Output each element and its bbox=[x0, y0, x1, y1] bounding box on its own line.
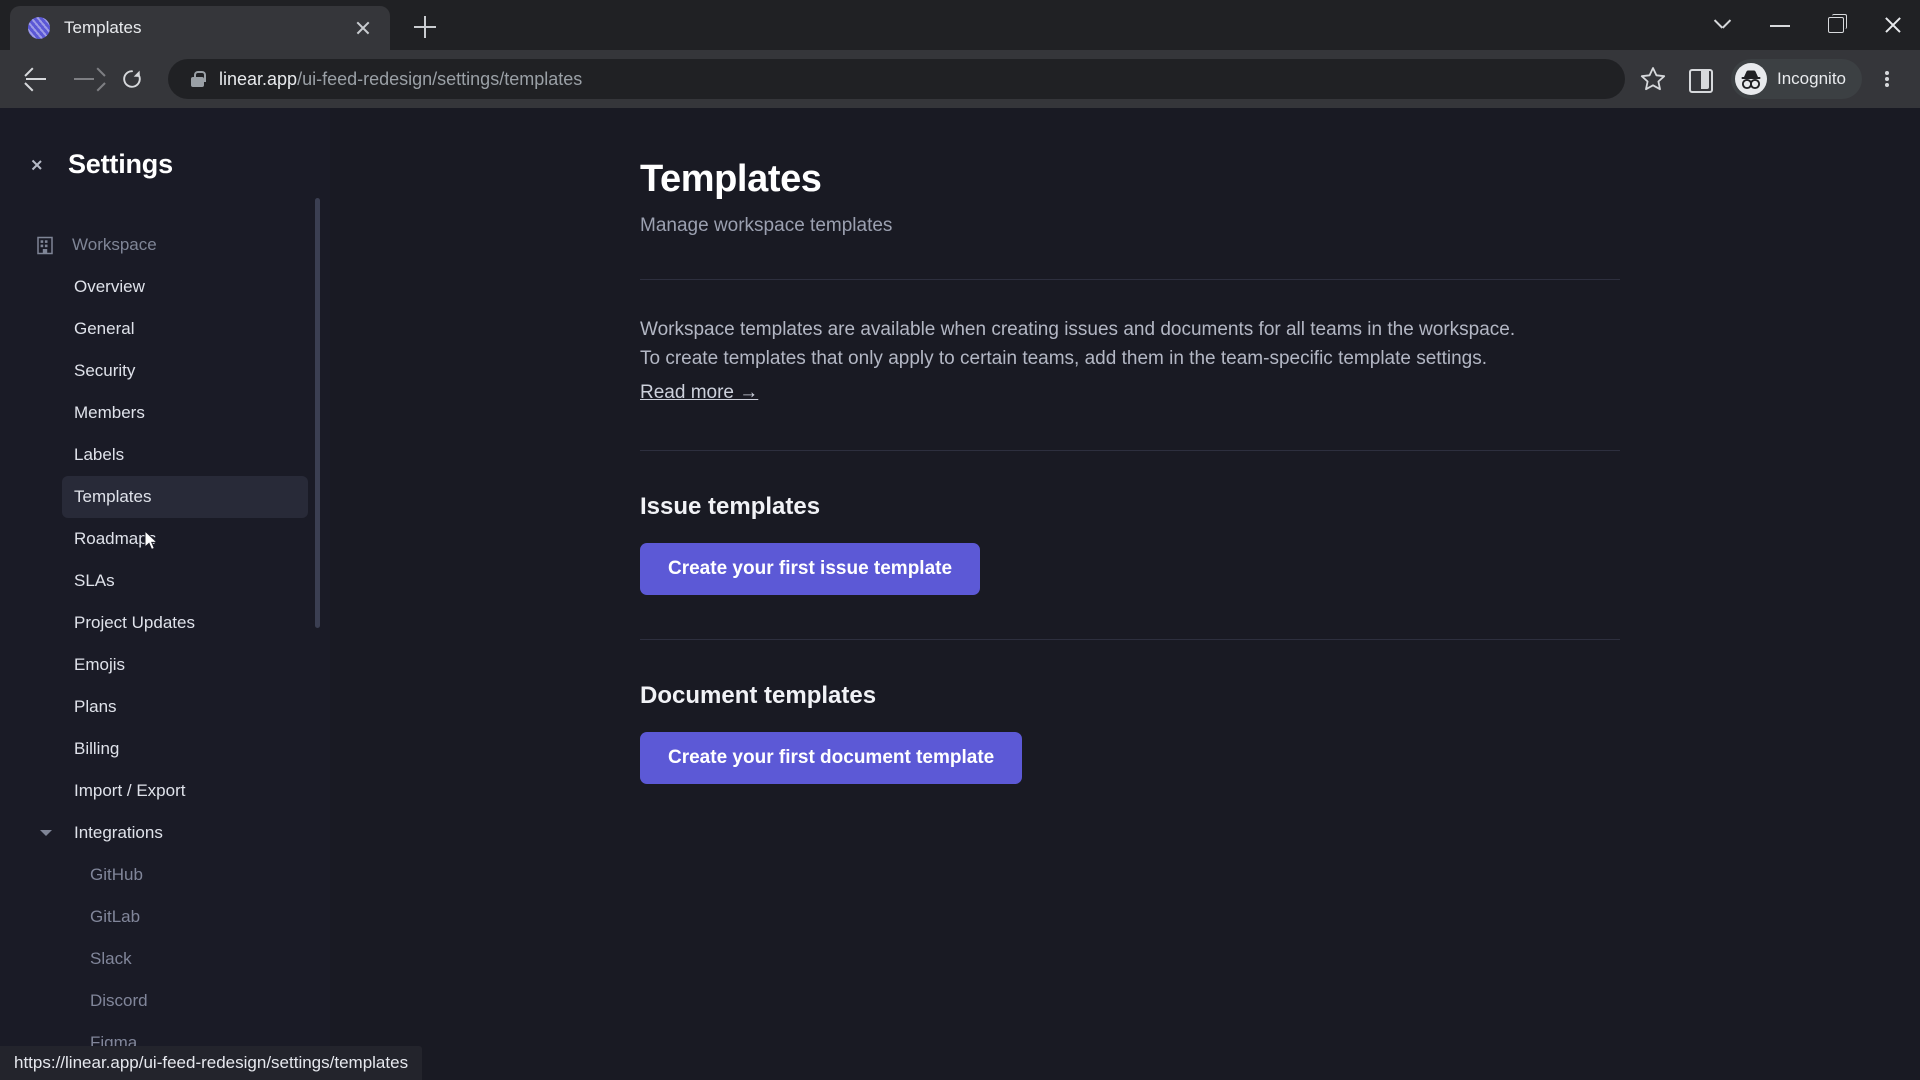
address-bar[interactable]: linear.app/ui-feed-redesign/settings/tem… bbox=[168, 59, 1625, 99]
sidebar-item-slack[interactable]: Slack bbox=[78, 938, 308, 980]
maximize-icon[interactable] bbox=[1808, 0, 1864, 50]
sidebar-scrollbar[interactable] bbox=[315, 198, 320, 628]
sidebar-item-label: Templates bbox=[74, 487, 152, 506]
divider bbox=[640, 639, 1620, 640]
kebab-menu-icon[interactable] bbox=[1866, 57, 1906, 101]
sidebar-item-label: Project Updates bbox=[74, 613, 195, 632]
sidebar-item-security[interactable]: Security bbox=[62, 350, 308, 392]
url-path: /ui-feed-redesign/settings/templates bbox=[297, 68, 583, 89]
issue-templates-heading: Issue templates bbox=[640, 493, 821, 520]
tab-strip: Templates bbox=[0, 0, 1920, 50]
sidebar-item-label: GitHub bbox=[90, 865, 143, 884]
sidebar-item-label: Overview bbox=[74, 277, 145, 296]
url-text: linear.app/ui-feed-redesign/settings/tem… bbox=[219, 69, 582, 90]
sidebar-item-label: General bbox=[74, 319, 135, 338]
sidebar-item-plans[interactable]: Plans bbox=[62, 686, 308, 728]
status-bar: https://linear.app/ui-feed-redesign/sett… bbox=[0, 1046, 423, 1080]
create-issue-template-button[interactable]: Create your first issue template bbox=[640, 543, 981, 595]
sidebar-item-label: Security bbox=[74, 361, 136, 380]
create-document-template-button[interactable]: Create your first document template bbox=[640, 732, 1023, 784]
sidebar-item-billing[interactable]: Billing bbox=[62, 728, 308, 770]
main-subtitle: Manage workspace templates bbox=[640, 215, 893, 236]
sidebar-item-label: Emojis bbox=[74, 655, 126, 674]
sidebar-item-slas[interactable]: SLAs bbox=[62, 560, 308, 602]
sidebar-item-members[interactable]: Members bbox=[62, 392, 308, 434]
sidebar-group-label: Workspace bbox=[72, 235, 157, 254]
new-tab-button[interactable] bbox=[404, 6, 446, 48]
sidebar-item-templates[interactable]: Templates bbox=[62, 476, 308, 518]
chevron-left-icon[interactable] bbox=[34, 153, 56, 175]
sidebar-item-labels[interactable]: Labels bbox=[62, 434, 308, 476]
star-icon[interactable] bbox=[1633, 59, 1673, 99]
close-icon[interactable] bbox=[1864, 0, 1920, 50]
sidebar-item-label: Plans bbox=[74, 697, 117, 716]
incognito-avatar-icon bbox=[1735, 63, 1767, 95]
sidebar-item-label: SLAs bbox=[74, 571, 115, 590]
main-content: Templates Manage workspace templates Wor… bbox=[330, 108, 1920, 1080]
caret-down-icon[interactable] bbox=[40, 830, 52, 836]
sidebar-item-label: GitLab bbox=[90, 907, 141, 926]
lock-icon bbox=[190, 70, 206, 88]
sidebar-item-label: Import / Export bbox=[74, 781, 186, 800]
sidebar-item-label: Integrations bbox=[74, 823, 163, 842]
sidebar-item-general[interactable]: General bbox=[62, 308, 308, 350]
profile-chip[interactable]: Incognito bbox=[1731, 59, 1862, 99]
divider bbox=[640, 450, 1620, 451]
back-arrow-icon[interactable] bbox=[14, 57, 58, 101]
forward-arrow-icon[interactable] bbox=[62, 57, 106, 101]
page-title: Settings bbox=[68, 148, 173, 179]
side-panel-icon[interactable] bbox=[1677, 57, 1721, 101]
linear-logo-icon bbox=[28, 17, 50, 39]
settings-sidebar: Settings Workspace Overview General Secu… bbox=[0, 108, 330, 1080]
sidebar-item-discord[interactable]: Discord bbox=[78, 980, 308, 1022]
sidebar-item-label: Members bbox=[74, 403, 145, 422]
browser-window: Templates linear.app/ui-feed-redesign/se… bbox=[0, 0, 1920, 1080]
sidebar-item-integrations[interactable]: Integrations bbox=[40, 812, 308, 854]
sidebar-item-import-export[interactable]: Import / Export bbox=[62, 770, 308, 812]
sidebar-item-gitlab[interactable]: GitLab bbox=[78, 896, 308, 938]
page-viewport: Settings Workspace Overview General Secu… bbox=[0, 108, 1920, 1080]
description-line-1: Workspace templates are available when c… bbox=[640, 319, 1516, 340]
url-host: linear.app bbox=[219, 68, 298, 89]
sidebar-item-github[interactable]: GitHub bbox=[78, 854, 308, 896]
browser-toolbar: linear.app/ui-feed-redesign/settings/tem… bbox=[0, 50, 1920, 108]
description-paragraph: Workspace templates are available when c… bbox=[640, 316, 1620, 373]
main-title: Templates bbox=[640, 158, 822, 200]
sidebar-item-overview[interactable]: Overview bbox=[62, 266, 308, 308]
divider bbox=[640, 279, 1620, 280]
sidebar-item-label: Discord bbox=[90, 991, 148, 1010]
window-controls bbox=[1696, 0, 1920, 50]
read-more-link[interactable]: Read more → bbox=[640, 382, 758, 404]
settings-header: Settings bbox=[0, 136, 330, 192]
sidebar-item-roadmaps[interactable]: Roadmaps bbox=[62, 518, 308, 560]
document-templates-heading: Document templates bbox=[640, 682, 877, 709]
minimize-icon[interactable] bbox=[1752, 0, 1808, 50]
sidebar-item-label: Billing bbox=[74, 739, 120, 758]
building-icon bbox=[34, 234, 56, 256]
sidebar-item-label: Labels bbox=[74, 445, 125, 464]
sidebar-group-workspace: Workspace bbox=[0, 224, 330, 266]
description-line-2: To create templates that only apply to c… bbox=[640, 347, 1487, 369]
reload-icon[interactable] bbox=[110, 57, 154, 101]
tab-title: Templates bbox=[64, 18, 142, 37]
sidebar-item-emojis[interactable]: Emojis bbox=[62, 644, 308, 686]
sidebar-nav: Workspace Overview General Security Memb… bbox=[0, 224, 330, 1064]
sidebar-item-label: Slack bbox=[90, 949, 132, 968]
chevron-down-icon[interactable] bbox=[1696, 0, 1752, 50]
browser-tab[interactable]: Templates bbox=[10, 6, 390, 50]
sidebar-item-label: Roadmaps bbox=[74, 529, 157, 548]
close-icon[interactable] bbox=[350, 15, 376, 41]
sidebar-item-project-updates[interactable]: Project Updates bbox=[62, 602, 308, 644]
profile-label: Incognito bbox=[1777, 69, 1846, 88]
